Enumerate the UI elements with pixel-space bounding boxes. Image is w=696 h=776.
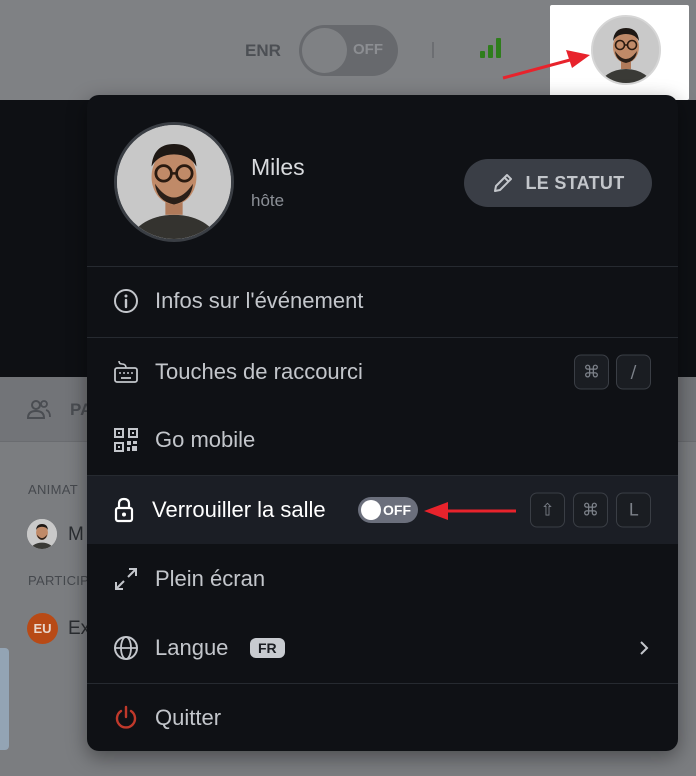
signal-strength-icon [478,36,506,58]
record-toggle-state: OFF [353,41,383,58]
lock-icon [111,497,137,523]
people-icon [27,400,51,419]
menu-item-event-info[interactable]: Infos sur l'événement [87,267,678,335]
set-status-button[interactable]: LE STATUT [464,159,652,207]
shortcut-key: ⌘ [573,492,608,528]
participants-section-label: PARTICIP [28,573,90,588]
globe-icon [113,635,139,661]
menu-item-shortcuts[interactable]: Touches de raccourci ⌘ / [87,338,678,406]
lock-room-toggle[interactable]: OFF [358,497,418,523]
shortcut-key: ⇧ [530,492,565,528]
menu-item-fullscreen[interactable]: Plein écran [87,545,678,613]
shortcut-key: ⌘ [574,354,609,390]
toggle-knob [361,500,381,520]
pencil-icon [494,174,513,192]
chevron-right-icon [640,641,649,655]
profile-role: hôte [251,191,285,210]
side-handle[interactable] [0,648,9,750]
menu-item-label: Quitter [155,705,222,730]
language-badge: FR [250,638,285,658]
avatar-image [593,17,659,83]
host-avatar [27,519,57,549]
menu-item-go-mobile[interactable]: Go mobile [87,406,678,474]
keyboard-icon [113,359,139,385]
info-icon [113,288,139,314]
record-toggle-knob [302,28,347,73]
toggle-state: OFF [383,502,411,518]
user-menu: Miles hôte LE STATUT Infos sur l'événeme… [87,95,678,751]
set-status-label: LE STATUT [525,172,625,193]
expand-icon [113,566,139,592]
menu-item-lock-room[interactable]: Verrouiller la salle OFF ⇧ ⌘ L [87,476,678,544]
divider [432,42,434,58]
record-label: ENR [245,41,281,60]
host-name: M [68,524,84,545]
qr-code-icon [113,427,139,453]
user-avatar-button[interactable] [591,15,661,85]
host-section-label: ANIMAT [28,482,78,497]
menu-item-label: Langue [155,635,229,660]
menu-item-label: Go mobile [155,427,256,452]
profile-avatar [114,122,234,242]
profile-section: Miles hôte LE STATUT [87,95,678,267]
menu-item-language[interactable]: Langue FR [87,614,678,682]
profile-name: Miles [251,154,305,180]
shortcut-key: L [616,492,651,528]
menu-item-quit[interactable]: Quitter [87,684,678,751]
menu-item-label: Plein écran [155,566,266,591]
menu-item-label: Verrouiller la salle [152,497,326,522]
menu-item-label: Infos sur l'événement [155,288,364,313]
menu-item-label: Touches de raccourci [155,359,363,384]
power-icon [113,705,139,731]
participant-avatar: EU [27,613,58,644]
shortcut-key: / [616,354,651,390]
profile-avatar-image [117,125,231,239]
record-toggle[interactable]: OFF [299,25,398,76]
